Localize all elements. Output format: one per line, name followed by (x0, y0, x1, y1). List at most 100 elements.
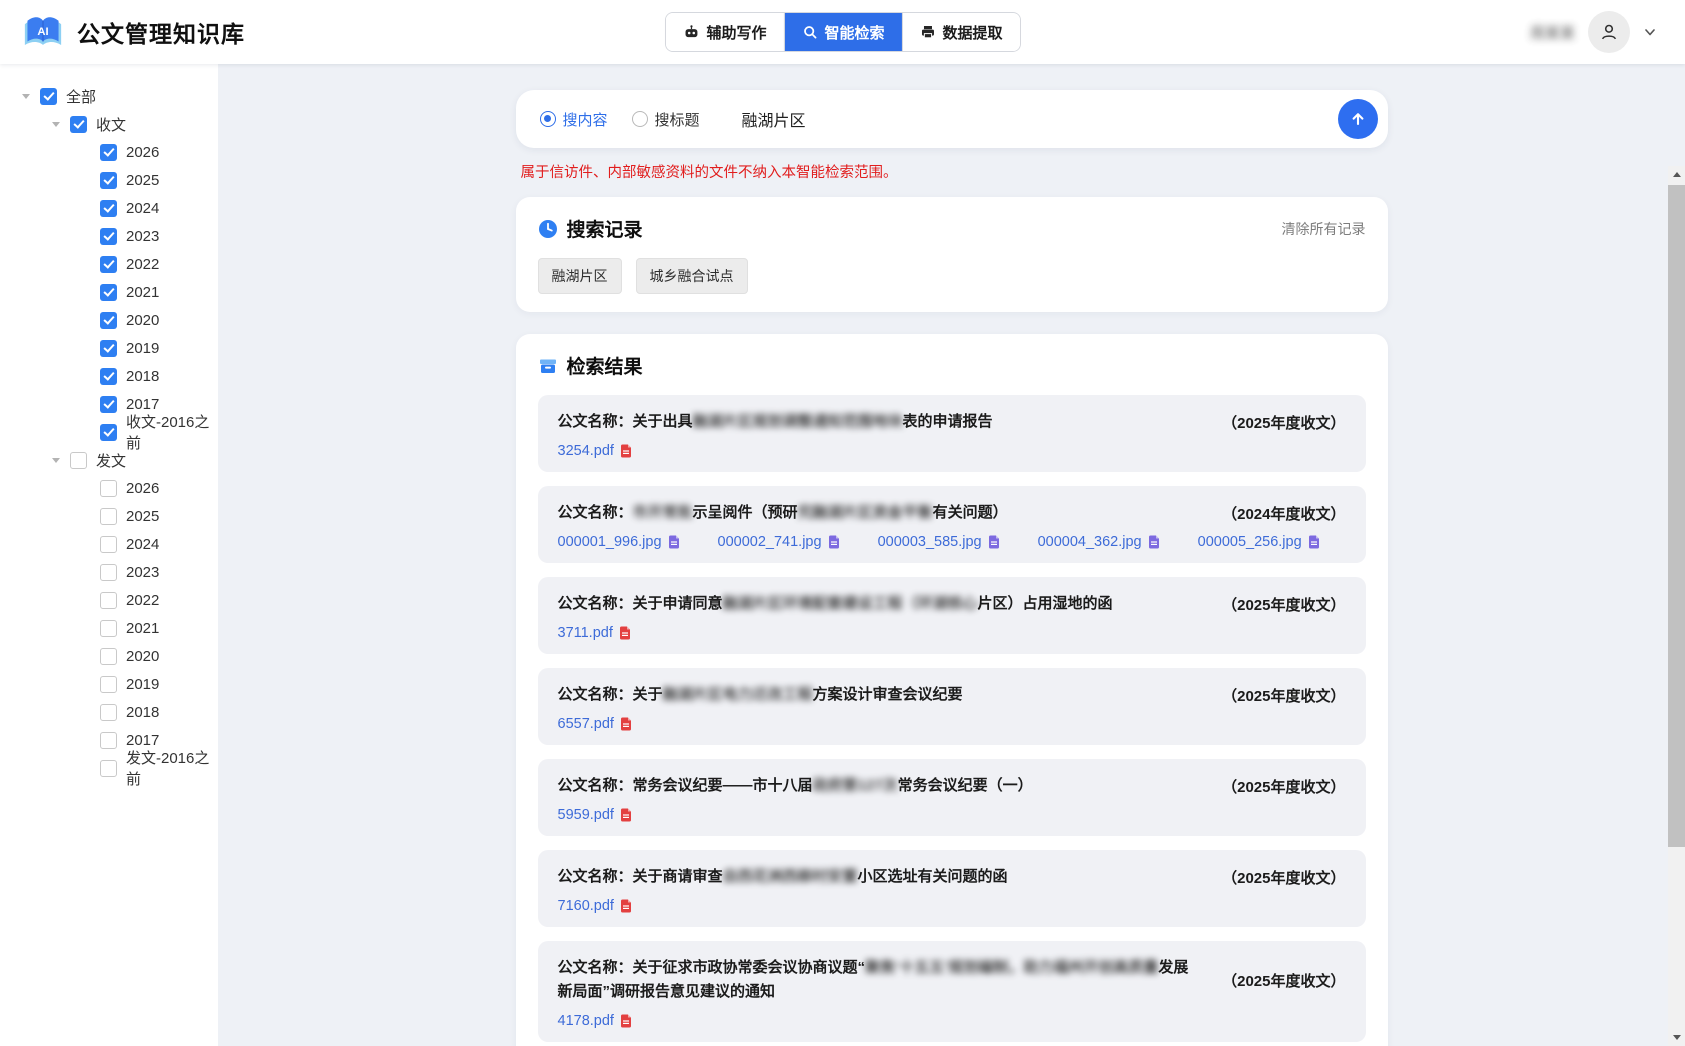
nav-data-extract-button[interactable]: 数据提取 (902, 13, 1020, 51)
search-notice: 属于信访件、内部敏感资料的文件不纳入本智能检索范围。 (521, 161, 1388, 182)
checkbox-recv-2022[interactable] (100, 256, 117, 273)
history-tag[interactable]: 城乡融合试点 (636, 258, 748, 294)
tree-item-recv-2021[interactable]: 2021 (0, 278, 218, 306)
checkbox-recv-2024[interactable] (100, 200, 117, 217)
checkbox-send-2023[interactable] (100, 564, 117, 581)
checkbox-recv-2017[interactable] (100, 396, 117, 413)
robot-icon (682, 24, 699, 41)
result-file-list: 4178.pdf (558, 1013, 1346, 1029)
checkbox-recv-2021[interactable] (100, 284, 117, 301)
tree-item-recv-2022[interactable]: 2022 (0, 250, 218, 278)
tree-item-send-2023[interactable]: 2023 (0, 558, 218, 586)
checkbox-send-2018[interactable] (100, 704, 117, 721)
caret-down-icon[interactable] (52, 122, 70, 127)
tree-label: 2017 (126, 732, 159, 749)
file-link[interactable]: 000003_585.jpg (878, 534, 1000, 550)
tree-item-recv-2019[interactable]: 2019 (0, 334, 218, 362)
caret-down-icon[interactable] (22, 94, 40, 99)
file-link[interactable]: 7160.pdf (558, 898, 632, 914)
tree-item-recv-2023[interactable]: 2023 (0, 222, 218, 250)
tree-item-all[interactable]: 全部 (0, 82, 218, 110)
result-title-prefix: 公文名称： (558, 868, 633, 885)
clear-history-button[interactable]: 清除所有记录 (1282, 219, 1366, 239)
file-link[interactable]: 3711.pdf (558, 625, 631, 641)
result-title-prefix: 公文名称： (558, 504, 633, 521)
file-name: 3711.pdf (558, 625, 613, 641)
checkbox-send-2017[interactable] (100, 732, 117, 749)
checkbox-send-2020[interactable] (100, 648, 117, 665)
file-link[interactable]: 4178.pdf (558, 1013, 632, 1029)
checkbox-all[interactable] (40, 88, 57, 105)
scrollbar-down-button[interactable] (1668, 1029, 1685, 1046)
file-link[interactable]: 5959.pdf (558, 807, 632, 823)
nav-assist-writing-button[interactable]: 辅助写作 (665, 13, 783, 51)
file-link[interactable]: 6557.pdf (558, 716, 632, 732)
user-avatar[interactable] (1588, 11, 1630, 53)
file-link[interactable]: 3254.pdf (558, 443, 632, 459)
checkbox-recv-pre2016[interactable] (100, 424, 117, 441)
tree-item-send-2025[interactable]: 2025 (0, 502, 218, 530)
tree-item-recv-2026[interactable]: 2026 (0, 138, 218, 166)
file-link[interactable]: 000002_741.jpg (718, 534, 840, 550)
tree-item-send-2021[interactable]: 2021 (0, 614, 218, 642)
checkbox-send-2019[interactable] (100, 676, 117, 693)
tree-item-recv-2024[interactable]: 2024 (0, 194, 218, 222)
tree-item-recv-2025[interactable]: 2025 (0, 166, 218, 194)
checkbox-send-2021[interactable] (100, 620, 117, 637)
tree-item-recv-2020[interactable]: 2020 (0, 306, 218, 334)
history-title: 搜索记录 (567, 215, 643, 242)
checkbox-send-pre2016[interactable] (100, 760, 117, 777)
checkbox-send-2025[interactable] (100, 508, 117, 525)
file-link[interactable]: 000001_996.jpg (558, 534, 680, 550)
tree-item-send-2018[interactable]: 2018 (0, 698, 218, 726)
checkbox-send[interactable] (70, 452, 87, 469)
chevron-down-icon[interactable] (1643, 25, 1657, 39)
pdf-file-icon (620, 1014, 632, 1028)
checkbox-recv-2020[interactable] (100, 312, 117, 329)
tree-item-send-2024[interactable]: 2024 (0, 530, 218, 558)
search-mode-group: 搜内容 搜标题 (540, 109, 724, 130)
checkbox-recv-2018[interactable] (100, 368, 117, 385)
nav-label: 智能检索 (824, 22, 884, 43)
tree-item-recv-2018[interactable]: 2018 (0, 362, 218, 390)
caret-down-icon[interactable] (52, 458, 70, 463)
scrollbar-thumb[interactable] (1668, 185, 1685, 847)
scrollbar-up-button[interactable] (1668, 166, 1685, 183)
search-submit-button[interactable] (1338, 99, 1378, 139)
tree-label: 2023 (126, 228, 159, 245)
jpg-file-icon (988, 535, 1000, 549)
redacted-text: 融湖片区规划调整通知范围地块 (693, 413, 903, 430)
tree-item-recv[interactable]: 收文 (0, 110, 218, 138)
checkbox-send-2022[interactable] (100, 592, 117, 609)
file-link[interactable]: 000004_362.jpg (1038, 534, 1160, 550)
title-text: 方案设计审查会议纪要 (813, 686, 963, 703)
jpg-file-icon (668, 535, 680, 549)
checkbox-recv-2025[interactable] (100, 172, 117, 189)
tree-item-send-2020[interactable]: 2020 (0, 642, 218, 670)
radio-title[interactable] (632, 111, 648, 127)
file-link[interactable]: 000005_256.jpg (1198, 534, 1320, 550)
checkbox-recv-2023[interactable] (100, 228, 117, 245)
tree-item-send-2019[interactable]: 2019 (0, 670, 218, 698)
search-mode-title[interactable]: 搜标题 (632, 109, 700, 130)
radio-content-selected[interactable] (540, 111, 556, 127)
checkbox-recv[interactable] (70, 116, 87, 133)
tree-item-send-pre2016[interactable]: 发文-2016之前 (0, 754, 218, 782)
tree-item-recv-pre2016[interactable]: 收文-2016之前 (0, 418, 218, 446)
history-tag-list: 融湖片区城乡融合试点 (538, 258, 1366, 294)
search-input[interactable]: 融湖片区 (742, 107, 1338, 131)
checkbox-recv-2026[interactable] (100, 144, 117, 161)
tree-item-send-2022[interactable]: 2022 (0, 586, 218, 614)
nav-smart-search-button[interactable]: 智能检索 (783, 13, 901, 51)
file-name: 3254.pdf (558, 443, 614, 459)
tree-item-send-2026[interactable]: 2026 (0, 474, 218, 502)
checkbox-send-2026[interactable] (100, 480, 117, 497)
vertical-scrollbar[interactable] (1668, 166, 1685, 1046)
search-mode-content[interactable]: 搜内容 (540, 109, 608, 130)
tree-label: 收文 (96, 114, 126, 135)
checkbox-send-2024[interactable] (100, 536, 117, 553)
checkbox-recv-2019[interactable] (100, 340, 117, 357)
history-tag[interactable]: 融湖片区 (538, 258, 622, 294)
file-name: 5959.pdf (558, 807, 614, 823)
result-title-prefix: 公文名称： (558, 413, 633, 430)
